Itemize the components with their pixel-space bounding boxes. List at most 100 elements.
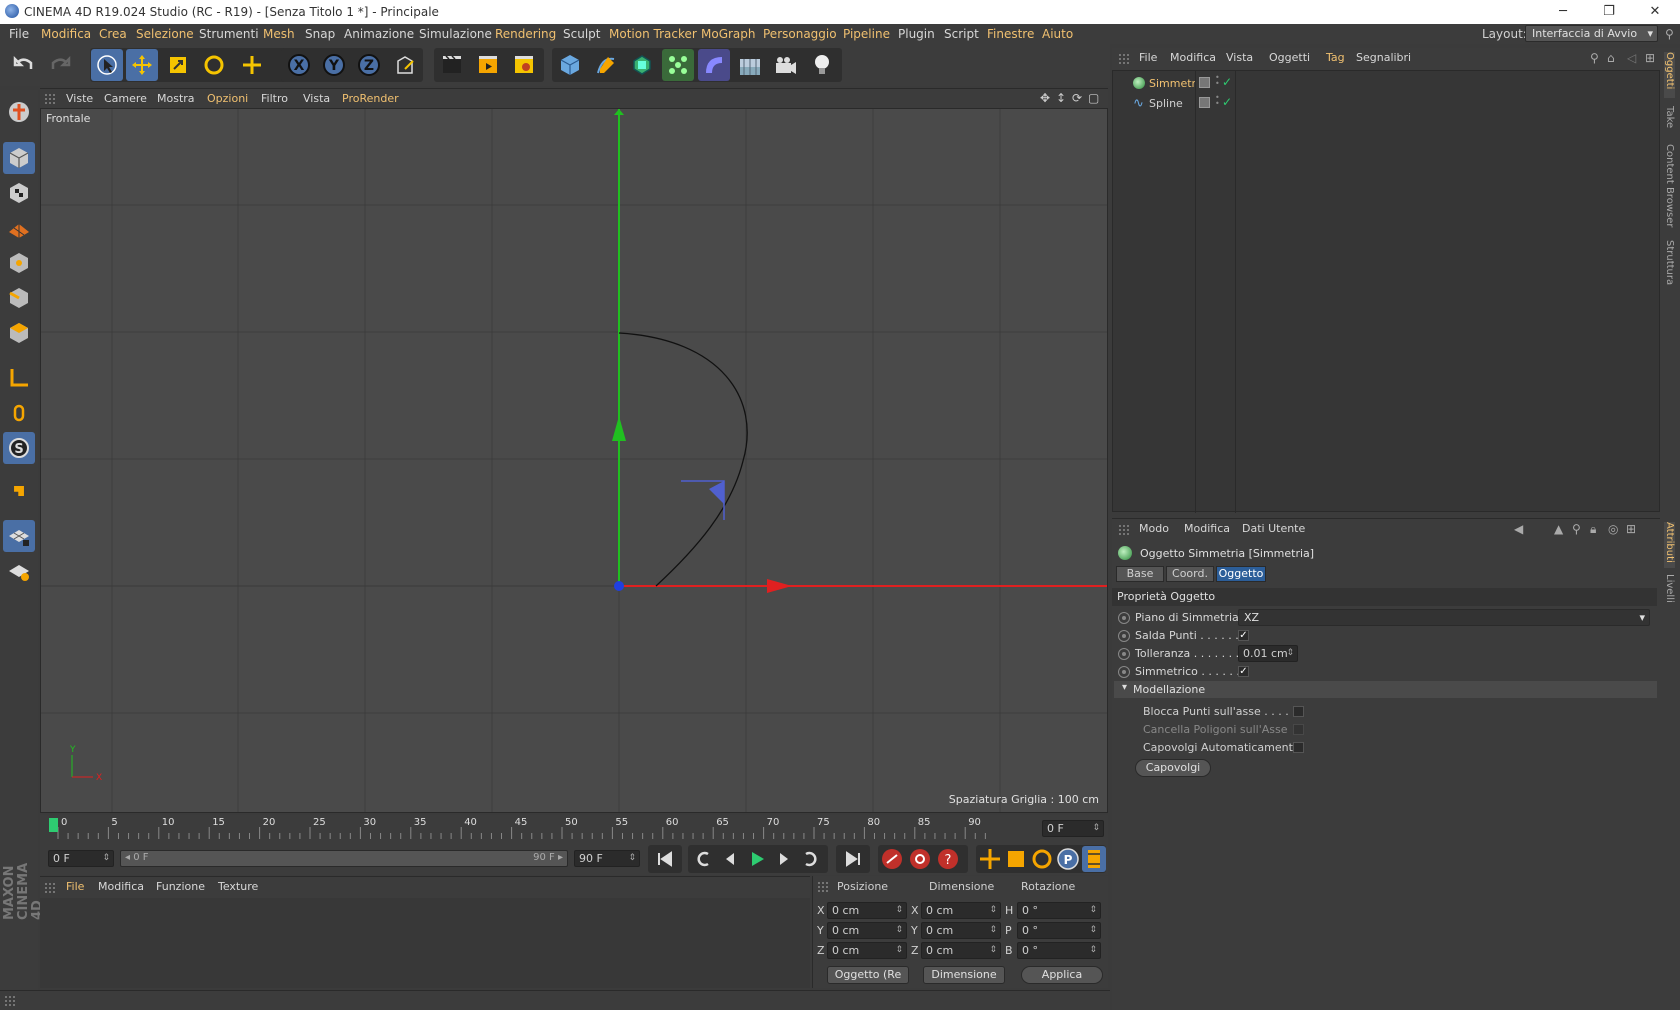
keyframe-radio-icon[interactable] <box>1118 666 1130 678</box>
object-row-spline[interactable]: ∿ Spline • • ✓ <box>1113 94 1661 114</box>
menu-snap[interactable]: Snap <box>305 27 335 41</box>
search-icon[interactable]: ⚲ <box>1665 27 1674 41</box>
vp-menu-camere[interactable]: Camere <box>104 92 147 105</box>
tab-struttura[interactable]: Struttura <box>1664 240 1675 285</box>
move-icon[interactable] <box>126 49 158 81</box>
tab-take[interactable]: Take <box>1664 106 1675 128</box>
end-frame-field[interactable]: 90 F <box>574 850 640 867</box>
tab-coord[interactable]: Coord. <box>1166 566 1214 582</box>
om-menu-file[interactable]: File <box>1139 51 1157 64</box>
model-mode-icon[interactable] <box>3 142 35 174</box>
menu-modifica[interactable]: Modifica <box>41 27 91 41</box>
menu-strumenti[interactable]: Strumenti <box>199 27 259 41</box>
next-key-icon[interactable] <box>798 845 824 873</box>
tab-content-browser[interactable]: Content Browser <box>1664 144 1675 227</box>
menu-script[interactable]: Script <box>944 27 979 41</box>
om-menu-modifica[interactable]: Modifica <box>1170 51 1216 64</box>
playhead-marker[interactable] <box>49 818 58 832</box>
menu-sculpt[interactable]: Sculpt <box>563 27 600 41</box>
x-axis-lock-icon[interactable]: X <box>283 49 315 81</box>
deformer-icon[interactable] <box>698 49 730 81</box>
om-search-icon[interactable]: ⚲ <box>1590 51 1599 65</box>
am-new-window-icon[interactable]: ⊞ <box>1626 522 1636 536</box>
flip-button[interactable]: Capovolgi <box>1135 759 1211 777</box>
panel-grip-icon[interactable] <box>1118 524 1130 536</box>
menu-plugin[interactable]: Plugin <box>898 27 935 41</box>
size-z-field[interactable]: 0 cm <box>921 942 1001 959</box>
menu-aiuto[interactable]: Aiuto <box>1042 27 1073 41</box>
pen-spline-icon[interactable] <box>590 49 622 81</box>
z-axis-lock-icon[interactable]: Z <box>353 49 385 81</box>
transform-icon[interactable] <box>236 49 268 81</box>
dolly-view-icon[interactable]: ↕ <box>1056 91 1066 105</box>
delete-polygons-checkbox[interactable] <box>1293 724 1304 735</box>
om-menu-segnalibri[interactable]: Segnalibri <box>1356 51 1411 64</box>
vp-menu-opzioni[interactable]: Opzioni <box>207 92 248 105</box>
menu-personaggio[interactable]: Personaggio <box>763 27 837 41</box>
position-key-icon[interactable] <box>978 847 1002 871</box>
keyframe-selection-icon[interactable]: ? <box>936 847 960 871</box>
scale-icon[interactable] <box>162 49 194 81</box>
menu-mesh[interactable]: Mesh <box>263 27 295 41</box>
editor-render-dots[interactable]: • • <box>1215 74 1220 88</box>
object-name[interactable]: Spline <box>1149 97 1183 110</box>
panel-grip-icon[interactable] <box>4 995 16 1007</box>
menu-finestre[interactable]: Finestre <box>987 27 1034 41</box>
y-move-handle[interactable] <box>612 416 626 441</box>
apply-button[interactable]: Applica <box>1021 966 1103 984</box>
modeling-section-header[interactable]: ▾ Modellazione <box>1114 681 1657 698</box>
om-menu-tag[interactable]: Tag <box>1326 51 1345 64</box>
record-active-objects-icon[interactable] <box>880 847 904 871</box>
previous-key-icon[interactable] <box>690 845 716 873</box>
render-to-picture-viewer-icon[interactable] <box>472 49 504 81</box>
render-view-icon[interactable] <box>436 49 468 81</box>
subdivision-surface-icon[interactable] <box>626 49 658 81</box>
rot-h-field[interactable]: 0 ° <box>1017 902 1101 919</box>
snap-icon[interactable]: S <box>3 432 35 464</box>
auto-flip-checkbox[interactable] <box>1293 742 1304 753</box>
autokeying-icon[interactable] <box>908 847 932 871</box>
am-menu-modifica[interactable]: Modifica <box>1184 522 1230 535</box>
panel-grip-icon[interactable] <box>44 93 56 105</box>
vp-menu-vista[interactable]: Vista <box>303 92 330 105</box>
locked-workplane-icon[interactable] <box>3 520 35 552</box>
menu-mograph[interactable]: MoGraph <box>701 27 756 41</box>
make-editable-icon[interactable] <box>3 96 35 128</box>
tab-attributi[interactable]: Attributi <box>1664 522 1675 568</box>
weld-points-checkbox[interactable]: ✓ <box>1238 630 1249 641</box>
rot-p-field[interactable]: 0 ° <box>1017 922 1101 939</box>
cloner-icon[interactable] <box>662 49 694 81</box>
minimize-button[interactable]: ─ <box>1543 2 1583 22</box>
tab-oggetto[interactable]: Oggetto <box>1216 566 1266 582</box>
close-button[interactable]: ✕ <box>1635 2 1675 22</box>
planar-workplane-icon[interactable] <box>3 555 35 587</box>
menu-simulazione[interactable]: Simulazione <box>419 27 492 41</box>
rot-b-field[interactable]: 0 ° <box>1017 942 1101 959</box>
am-search-icon[interactable]: ⚲ <box>1572 522 1581 536</box>
scale-key-icon[interactable] <box>1004 847 1028 871</box>
visibility-toggle[interactable] <box>1199 97 1210 108</box>
menu-pipeline[interactable]: Pipeline <box>843 27 890 41</box>
symmetric-checkbox[interactable]: ✓ <box>1238 666 1249 677</box>
mat-menu-file[interactable]: File <box>66 880 84 893</box>
workplane-mode-icon[interactable] <box>3 212 35 244</box>
orbit-view-icon[interactable]: ⟳ <box>1072 91 1082 105</box>
start-frame-field[interactable]: 0 F <box>48 850 114 867</box>
preview-range-slider[interactable]: ◂ 0 F 90 F ▸ <box>120 850 568 867</box>
pan-view-icon[interactable]: ✥ <box>1040 91 1050 105</box>
enabled-check-icon[interactable]: ✓ <box>1222 75 1232 89</box>
rotation-key-icon[interactable] <box>1030 847 1054 871</box>
undo-icon[interactable] <box>8 49 40 81</box>
x-move-handle[interactable] <box>767 579 792 593</box>
keyframe-radio-icon[interactable] <box>1118 648 1130 660</box>
enable-axis-icon[interactable] <box>3 362 35 394</box>
enabled-check-icon[interactable]: ✓ <box>1222 95 1232 109</box>
om-menu-oggetti[interactable]: Oggetti <box>1269 51 1310 64</box>
timeline-ruler[interactable]: 0 5 10 15 20 25 30 35 40 45 50 55 60 65 70 75 80 85 90 0 F <box>40 815 1108 843</box>
points-mode-icon[interactable] <box>3 247 35 279</box>
go-to-start-icon[interactable] <box>648 845 682 873</box>
object-name[interactable]: Simmetria <box>1149 77 1195 90</box>
rotate-icon[interactable] <box>198 49 230 81</box>
size-x-field[interactable]: 0 cm <box>921 902 1001 919</box>
tab-oggetti[interactable]: Oggetti <box>1664 52 1675 98</box>
